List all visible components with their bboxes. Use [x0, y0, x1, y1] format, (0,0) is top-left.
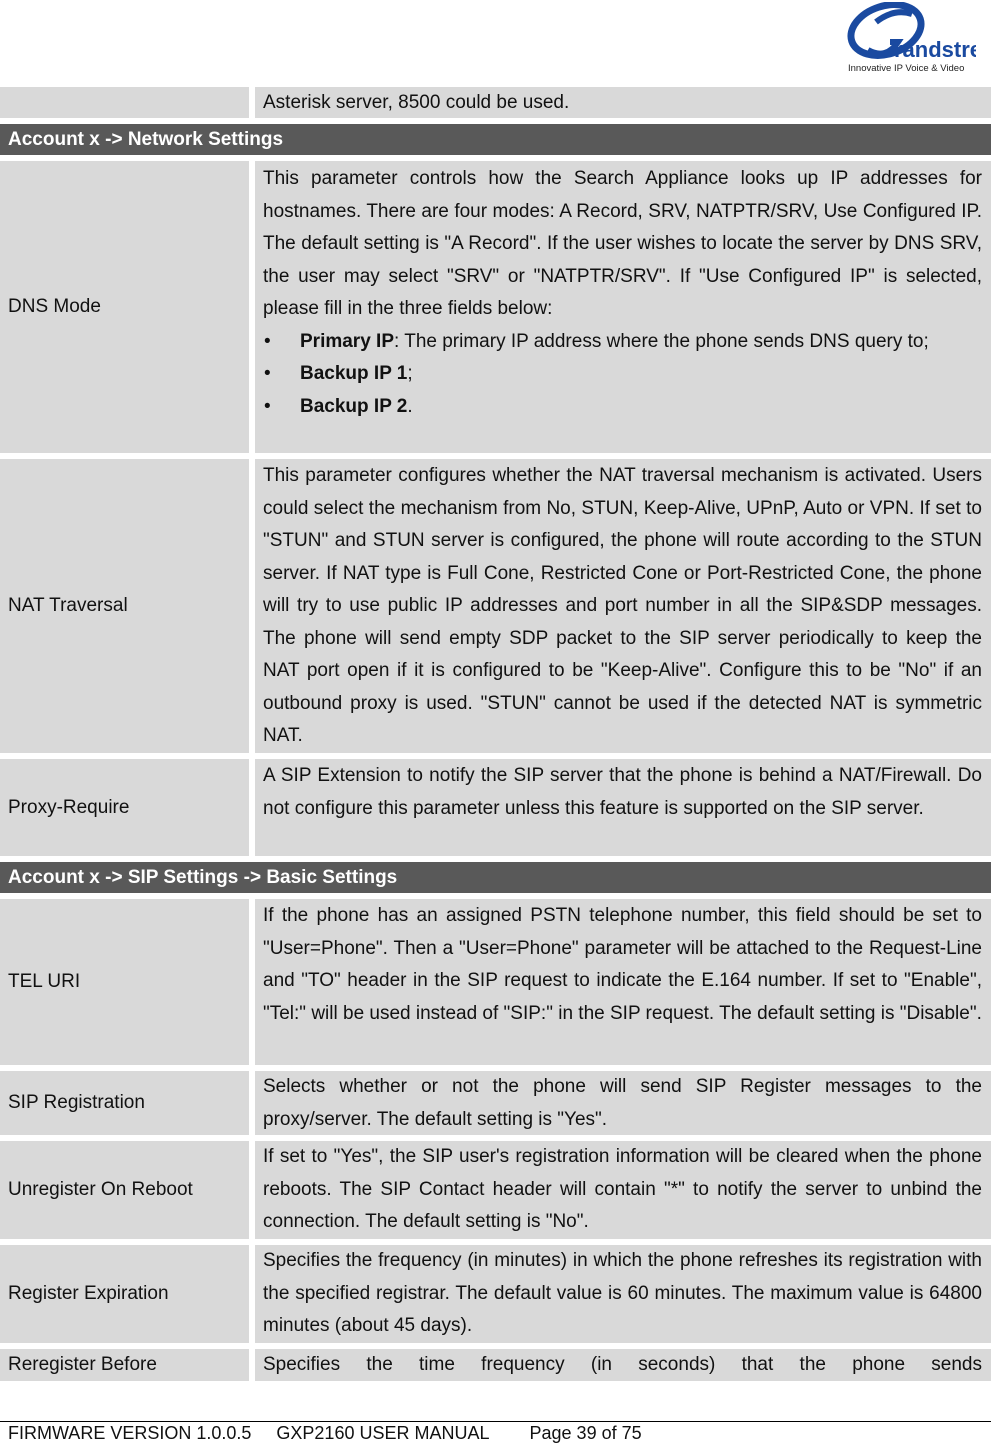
bullet-text: ; — [407, 363, 413, 384]
logo-tagline: Innovative IP Voice & Video — [848, 63, 964, 74]
section-header-sip-basic-settings: Account x -> SIP Settings -> Basic Setti… — [0, 862, 991, 893]
param-description: If set to "Yes", the SIP user's registra… — [255, 1141, 991, 1239]
bullet-term: Primary IP — [300, 330, 394, 352]
param-name-cell — [0, 87, 249, 118]
param-name: DNS Mode — [0, 161, 249, 453]
settings-table: Asterisk server, 8500 could be used. Acc… — [0, 87, 991, 1387]
param-description-cell: This parameter controls how the Search A… — [255, 161, 991, 453]
param-name: Reregister Before — [0, 1349, 249, 1381]
param-description: If the phone has an assigned PSTN teleph… — [255, 899, 991, 1065]
bullet-term: Backup IP 2 — [300, 395, 408, 417]
table-row-sip-registration: SIP Registration Selects whether or not … — [0, 1071, 991, 1135]
footer-divider — [0, 1421, 991, 1422]
bullet-term: Backup IP 1 — [300, 363, 408, 384]
table-row-proxy-require: Proxy-Require A SIP Extension to notify … — [0, 759, 991, 856]
bullet-text: : The primary IP address where the phone… — [394, 330, 929, 352]
param-name: Proxy-Require — [0, 759, 249, 856]
list-item: Backup IP 2. — [263, 391, 982, 424]
page-footer: FIRMWARE VERSION 1.0.0.5 GXP2160 USER MA… — [8, 1423, 642, 1444]
param-description: This parameter controls how the Search A… — [263, 168, 982, 319]
param-description: Specifies the time frequency (in seconds… — [255, 1349, 991, 1381]
list-item: Primary IP: The primary IP address where… — [263, 326, 982, 359]
param-name: SIP Registration — [0, 1071, 249, 1135]
param-name: TEL URI — [0, 899, 249, 1065]
page-number: Page 39 of 75 — [529, 1423, 642, 1443]
param-name: Register Expiration — [0, 1245, 249, 1343]
manual-title: GXP2160 USER MANUAL — [276, 1423, 490, 1443]
table-row-nat-traversal: NAT Traversal This parameter configures … — [0, 459, 991, 753]
param-name: NAT Traversal — [0, 459, 249, 753]
param-description: A SIP Extension to notify the SIP server… — [255, 759, 991, 856]
list-item: Backup IP 1; — [263, 358, 982, 391]
param-description: Asterisk server, 8500 could be used. — [255, 87, 991, 118]
param-description: Selects whether or not the phone will se… — [255, 1071, 991, 1135]
table-row-dns-mode: DNS Mode This parameter controls how the… — [0, 161, 991, 453]
param-description: This parameter configures whether the NA… — [255, 459, 991, 753]
table-row-continuation: Asterisk server, 8500 could be used. — [0, 87, 991, 118]
grandstream-logo: randstream Innovative IP Voice & Video — [846, 2, 976, 74]
dns-fields-list: Primary IP: The primary IP address where… — [263, 326, 982, 424]
table-row-unregister-on-reboot: Unregister On Reboot If set to "Yes", th… — [0, 1141, 991, 1239]
section-header-network-settings: Account x -> Network Settings — [0, 124, 991, 155]
param-description: Specifies the frequency (in minutes) in … — [255, 1245, 991, 1343]
logo-brand: randstream — [894, 37, 976, 62]
table-row-reregister-before: Reregister Before Specifies the time fre… — [0, 1349, 991, 1381]
firmware-version: FIRMWARE VERSION 1.0.0.5 — [8, 1423, 252, 1443]
param-name: Unregister On Reboot — [0, 1141, 249, 1239]
bullet-text: . — [407, 395, 413, 417]
table-row-tel-uri: TEL URI If the phone has an assigned PST… — [0, 899, 991, 1065]
table-row-register-expiration: Register Expiration Specifies the freque… — [0, 1245, 991, 1343]
